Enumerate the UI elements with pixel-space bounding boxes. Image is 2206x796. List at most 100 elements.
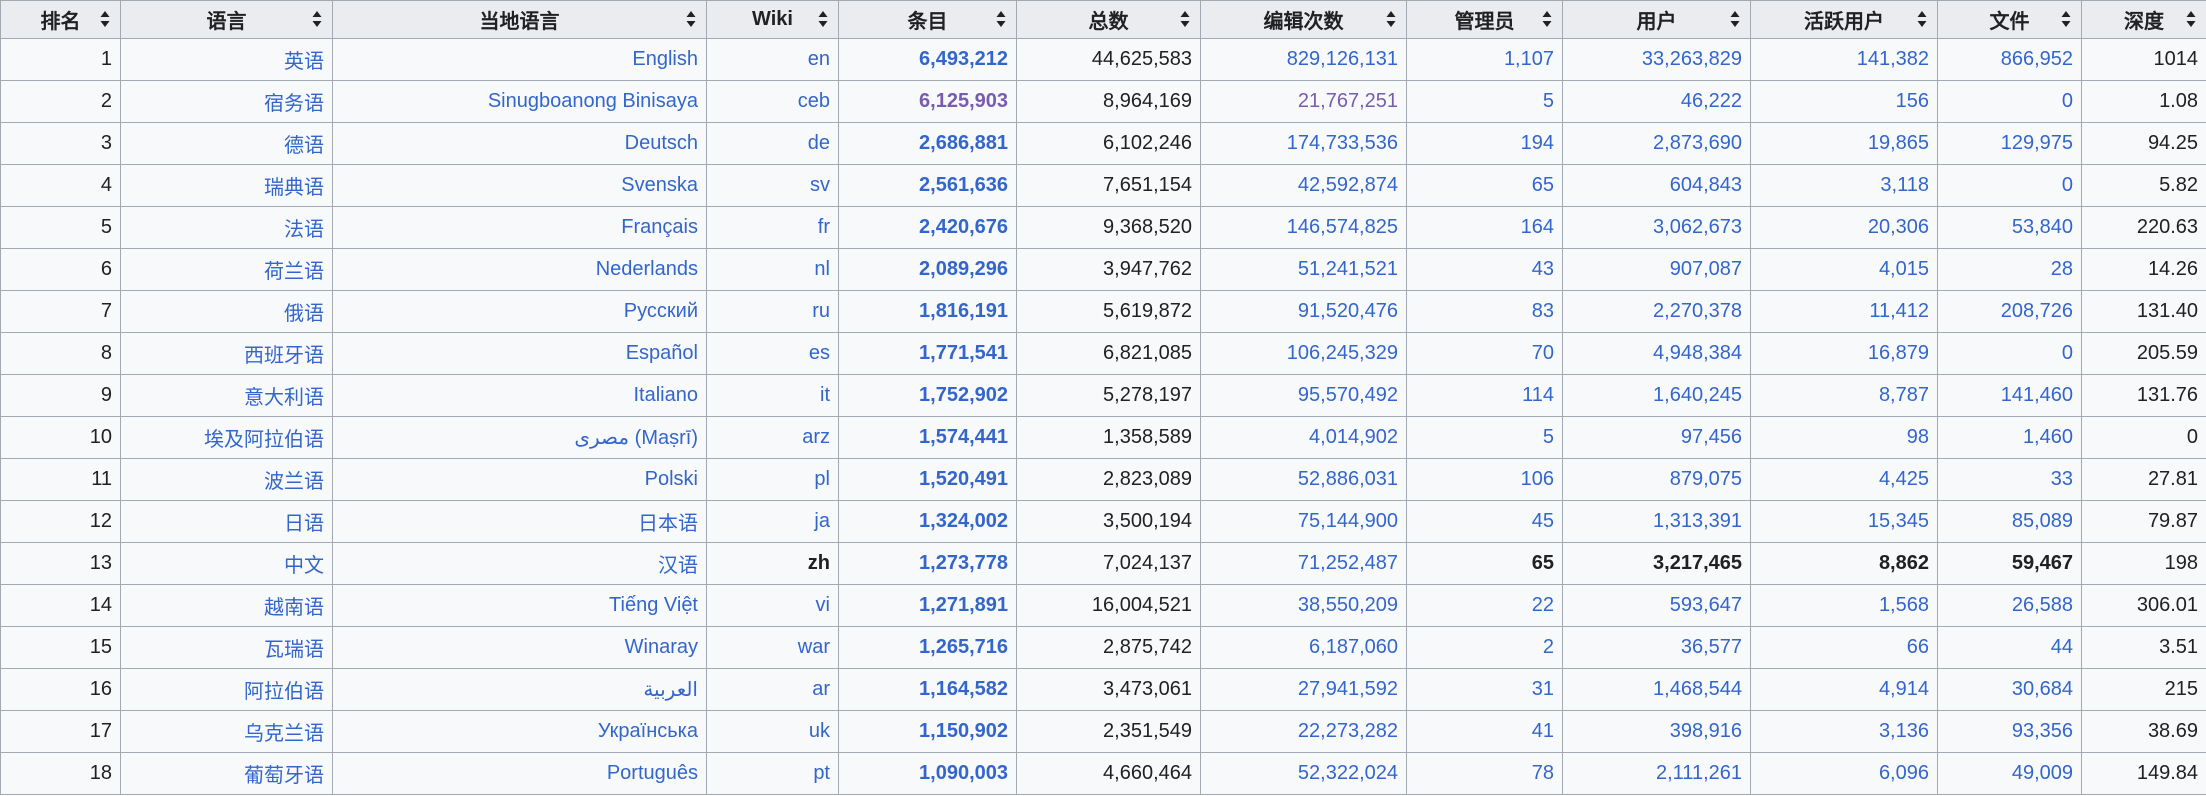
edits-link[interactable]: 4,014,902 xyxy=(1309,426,1398,448)
admins-link[interactable]: 83 xyxy=(1532,300,1554,322)
active-users-link[interactable]: 4,425 xyxy=(1879,468,1929,490)
edits-link[interactable]: 91,520,476 xyxy=(1298,300,1398,322)
files-link[interactable]: 208,726 xyxy=(2001,300,2073,322)
articles-link[interactable]: 1,520,491 xyxy=(919,468,1008,490)
column-header-users[interactable]: 用户 xyxy=(1562,0,1751,39)
local-name-link[interactable]: Português xyxy=(607,762,698,784)
users-link[interactable]: 593,647 xyxy=(1670,594,1742,616)
sort-icon[interactable] xyxy=(1180,10,1190,28)
files-link[interactable]: 53,840 xyxy=(2012,216,2073,238)
users-link[interactable]: 604,843 xyxy=(1670,174,1742,196)
admins-link[interactable]: 2 xyxy=(1543,636,1554,658)
sort-icon[interactable] xyxy=(2061,10,2071,28)
edits-link[interactable]: 22,273,282 xyxy=(1298,720,1398,742)
local-name-link[interactable]: Українська xyxy=(598,720,698,742)
users-link[interactable]: 4,948,384 xyxy=(1653,342,1742,364)
sort-icon[interactable] xyxy=(686,10,696,28)
articles-link[interactable]: 1,271,891 xyxy=(919,594,1008,616)
wiki-code-link[interactable]: ja xyxy=(814,510,830,532)
admins-link[interactable]: 31 xyxy=(1532,678,1554,700)
edits-link[interactable]: 146,574,825 xyxy=(1287,216,1398,238)
language-link[interactable]: 日语 xyxy=(284,513,324,535)
active-users-link[interactable]: 156 xyxy=(1896,90,1929,112)
articles-link[interactable]: 2,561,636 xyxy=(919,174,1008,196)
active-users-link[interactable]: 11,412 xyxy=(1869,300,1929,322)
edits-link[interactable]: 52,886,031 xyxy=(1298,468,1398,490)
local-name-link[interactable]: Nederlands xyxy=(596,258,698,280)
wiki-code-link[interactable]: sv xyxy=(810,174,830,196)
files-link[interactable]: 33 xyxy=(2051,468,2073,490)
articles-link[interactable]: 2,089,296 xyxy=(919,258,1008,280)
files-link[interactable]: 0 xyxy=(2062,342,2073,364)
admins-link[interactable]: 5 xyxy=(1543,90,1554,112)
edits-link[interactable]: 75,144,900 xyxy=(1298,510,1398,532)
admins-link[interactable]: 114 xyxy=(1522,384,1554,406)
admins-link[interactable]: 106 xyxy=(1521,468,1554,490)
local-name-link[interactable]: Français xyxy=(621,216,698,238)
files-link[interactable]: 141,460 xyxy=(2001,384,2073,406)
edits-link[interactable]: 106,245,329 xyxy=(1287,342,1398,364)
edits-link[interactable]: 38,550,209 xyxy=(1298,594,1398,616)
language-link[interactable]: 荷兰语 xyxy=(264,261,324,283)
edits-link[interactable]: 51,241,521 xyxy=(1298,258,1398,280)
articles-link[interactable]: 1,164,582 xyxy=(919,678,1008,700)
users-link[interactable]: 97,456 xyxy=(1681,426,1742,448)
local-name-link[interactable]: Tiếng Việt xyxy=(609,594,698,616)
articles-link[interactable]: 1,324,002 xyxy=(919,510,1008,532)
files-link[interactable]: 26,588 xyxy=(2012,594,2073,616)
users-link[interactable]: 398,916 xyxy=(1670,720,1742,742)
language-link[interactable]: 意大利语 xyxy=(244,387,324,409)
edits-link[interactable]: 21,767,251 xyxy=(1298,90,1398,112)
users-link[interactable]: 33,263,829 xyxy=(1642,48,1742,70)
files-link[interactable]: 129,975 xyxy=(2001,132,2073,154)
wiki-code-link[interactable]: arz xyxy=(802,426,830,448)
sort-icon[interactable] xyxy=(100,10,110,28)
users-link[interactable]: 1,313,391 xyxy=(1653,510,1742,532)
wiki-code-link[interactable]: war xyxy=(798,636,830,658)
wiki-code-link[interactable]: de xyxy=(808,132,830,154)
language-link[interactable]: 波兰语 xyxy=(264,471,324,493)
language-link[interactable]: 英语 xyxy=(284,51,324,73)
files-link[interactable]: 93,356 xyxy=(2012,720,2073,742)
column-header-rank[interactable]: 排名 xyxy=(0,0,121,39)
active-users-link[interactable]: 4,914 xyxy=(1879,678,1929,700)
local-name-link[interactable]: Polski xyxy=(645,468,698,490)
local-name-link[interactable]: Español xyxy=(626,342,698,364)
users-link[interactable]: 1,468,544 xyxy=(1653,678,1742,700)
wiki-code-link[interactable]: nl xyxy=(814,258,830,280)
files-link[interactable]: 44 xyxy=(2051,636,2073,658)
sort-icon[interactable] xyxy=(2186,10,2196,28)
articles-link[interactable]: 1,752,902 xyxy=(919,384,1008,406)
articles-link[interactable]: 1,816,191 xyxy=(919,300,1008,322)
admins-link[interactable]: 65 xyxy=(1532,174,1554,196)
active-users-link[interactable]: 4,015 xyxy=(1879,258,1929,280)
active-users-link[interactable]: 141,382 xyxy=(1857,48,1929,70)
local-name-link[interactable]: Deutsch xyxy=(625,132,698,154)
local-name-link[interactable]: Sinugboanong Binisaya xyxy=(488,90,698,112)
local-name-link[interactable]: 日本语 xyxy=(638,513,698,535)
language-link[interactable]: 西班牙语 xyxy=(244,345,324,367)
users-link[interactable]: 3,062,673 xyxy=(1653,216,1742,238)
files-link[interactable]: 49,009 xyxy=(2012,762,2073,784)
users-link[interactable]: 2,111,261 xyxy=(1656,762,1742,784)
local-name-link[interactable]: Русский xyxy=(624,300,698,322)
local-name-link[interactable]: Winaray xyxy=(625,636,698,658)
language-link[interactable]: 埃及阿拉伯语 xyxy=(204,429,324,451)
column-header-articles[interactable]: 条目 xyxy=(838,0,1017,39)
language-link[interactable]: 瓦瑞语 xyxy=(264,639,324,661)
files-link[interactable]: 30,684 xyxy=(2012,678,2073,700)
local-name-link[interactable]: مصرى (Maṣrī) xyxy=(574,427,698,449)
column-header-admins[interactable]: 管理员 xyxy=(1406,0,1563,39)
sort-icon[interactable] xyxy=(1386,10,1396,28)
wiki-code-link[interactable]: es xyxy=(809,342,830,364)
wiki-code-link[interactable]: en xyxy=(808,48,830,70)
sort-icon[interactable] xyxy=(1917,10,1927,28)
users-link[interactable]: 1,640,245 xyxy=(1653,384,1742,406)
wiki-code-link[interactable]: ar xyxy=(812,678,830,700)
articles-link[interactable]: 6,125,903 xyxy=(919,90,1008,112)
users-link[interactable]: 907,087 xyxy=(1670,258,1742,280)
files-link[interactable]: 1,460 xyxy=(2023,426,2073,448)
edits-link[interactable]: 95,570,492 xyxy=(1298,384,1398,406)
admins-link[interactable]: 41 xyxy=(1532,720,1554,742)
language-link[interactable]: 葡萄牙语 xyxy=(244,765,324,787)
